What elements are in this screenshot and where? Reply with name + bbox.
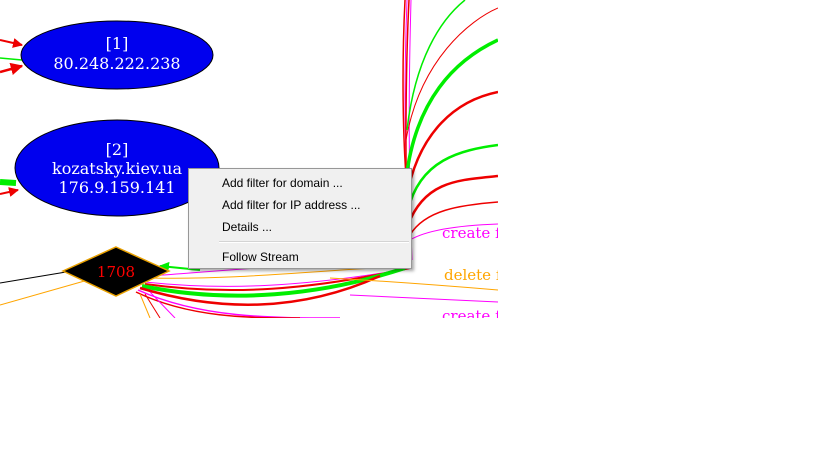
edge <box>0 179 17 186</box>
context-menu: Add filter for domain ... Add filter for… <box>188 168 412 269</box>
node-2-ip-label: 176.9.159.141 <box>58 178 175 197</box>
menu-item-add-filter-domain[interactable]: Add filter for domain ... <box>189 172 411 194</box>
graph-svg: [1] 80.248.222.238 [2] kozatsky.kiev.ua … <box>0 0 498 318</box>
edges-node-2 <box>0 179 19 197</box>
menu-item-add-filter-ip[interactable]: Add filter for IP address ... <box>189 194 411 216</box>
edge-bundle-right <box>402 0 498 261</box>
node-1708-label: 1708 <box>97 263 135 281</box>
edge <box>0 38 23 48</box>
edge-label-create-2: create f <box>442 307 498 318</box>
edge <box>0 279 89 306</box>
node-1-ip-label: 80.248.222.238 <box>53 54 180 73</box>
node-2-domain-label: kozatsky.kiev.ua <box>52 159 182 178</box>
edge-label-delete: delete f <box>444 266 498 284</box>
graph-node-1[interactable]: [1] 80.248.222.238 <box>20 20 214 90</box>
edge <box>0 57 23 61</box>
edge-label-create-1: create f <box>442 224 498 242</box>
menu-separator <box>219 241 409 243</box>
edges-node-1 <box>0 38 24 75</box>
graph-canvas[interactable]: [1] 80.248.222.238 [2] kozatsky.kiev.ua … <box>0 0 498 318</box>
edge <box>0 187 19 197</box>
edge <box>0 62 24 75</box>
node-2-id-label: [2] <box>106 140 129 159</box>
node-1-id-label: [1] <box>106 34 129 53</box>
menu-item-details[interactable]: Details ... <box>189 216 411 238</box>
menu-item-follow-stream[interactable]: Follow Stream <box>189 246 411 268</box>
edge <box>0 271 67 284</box>
